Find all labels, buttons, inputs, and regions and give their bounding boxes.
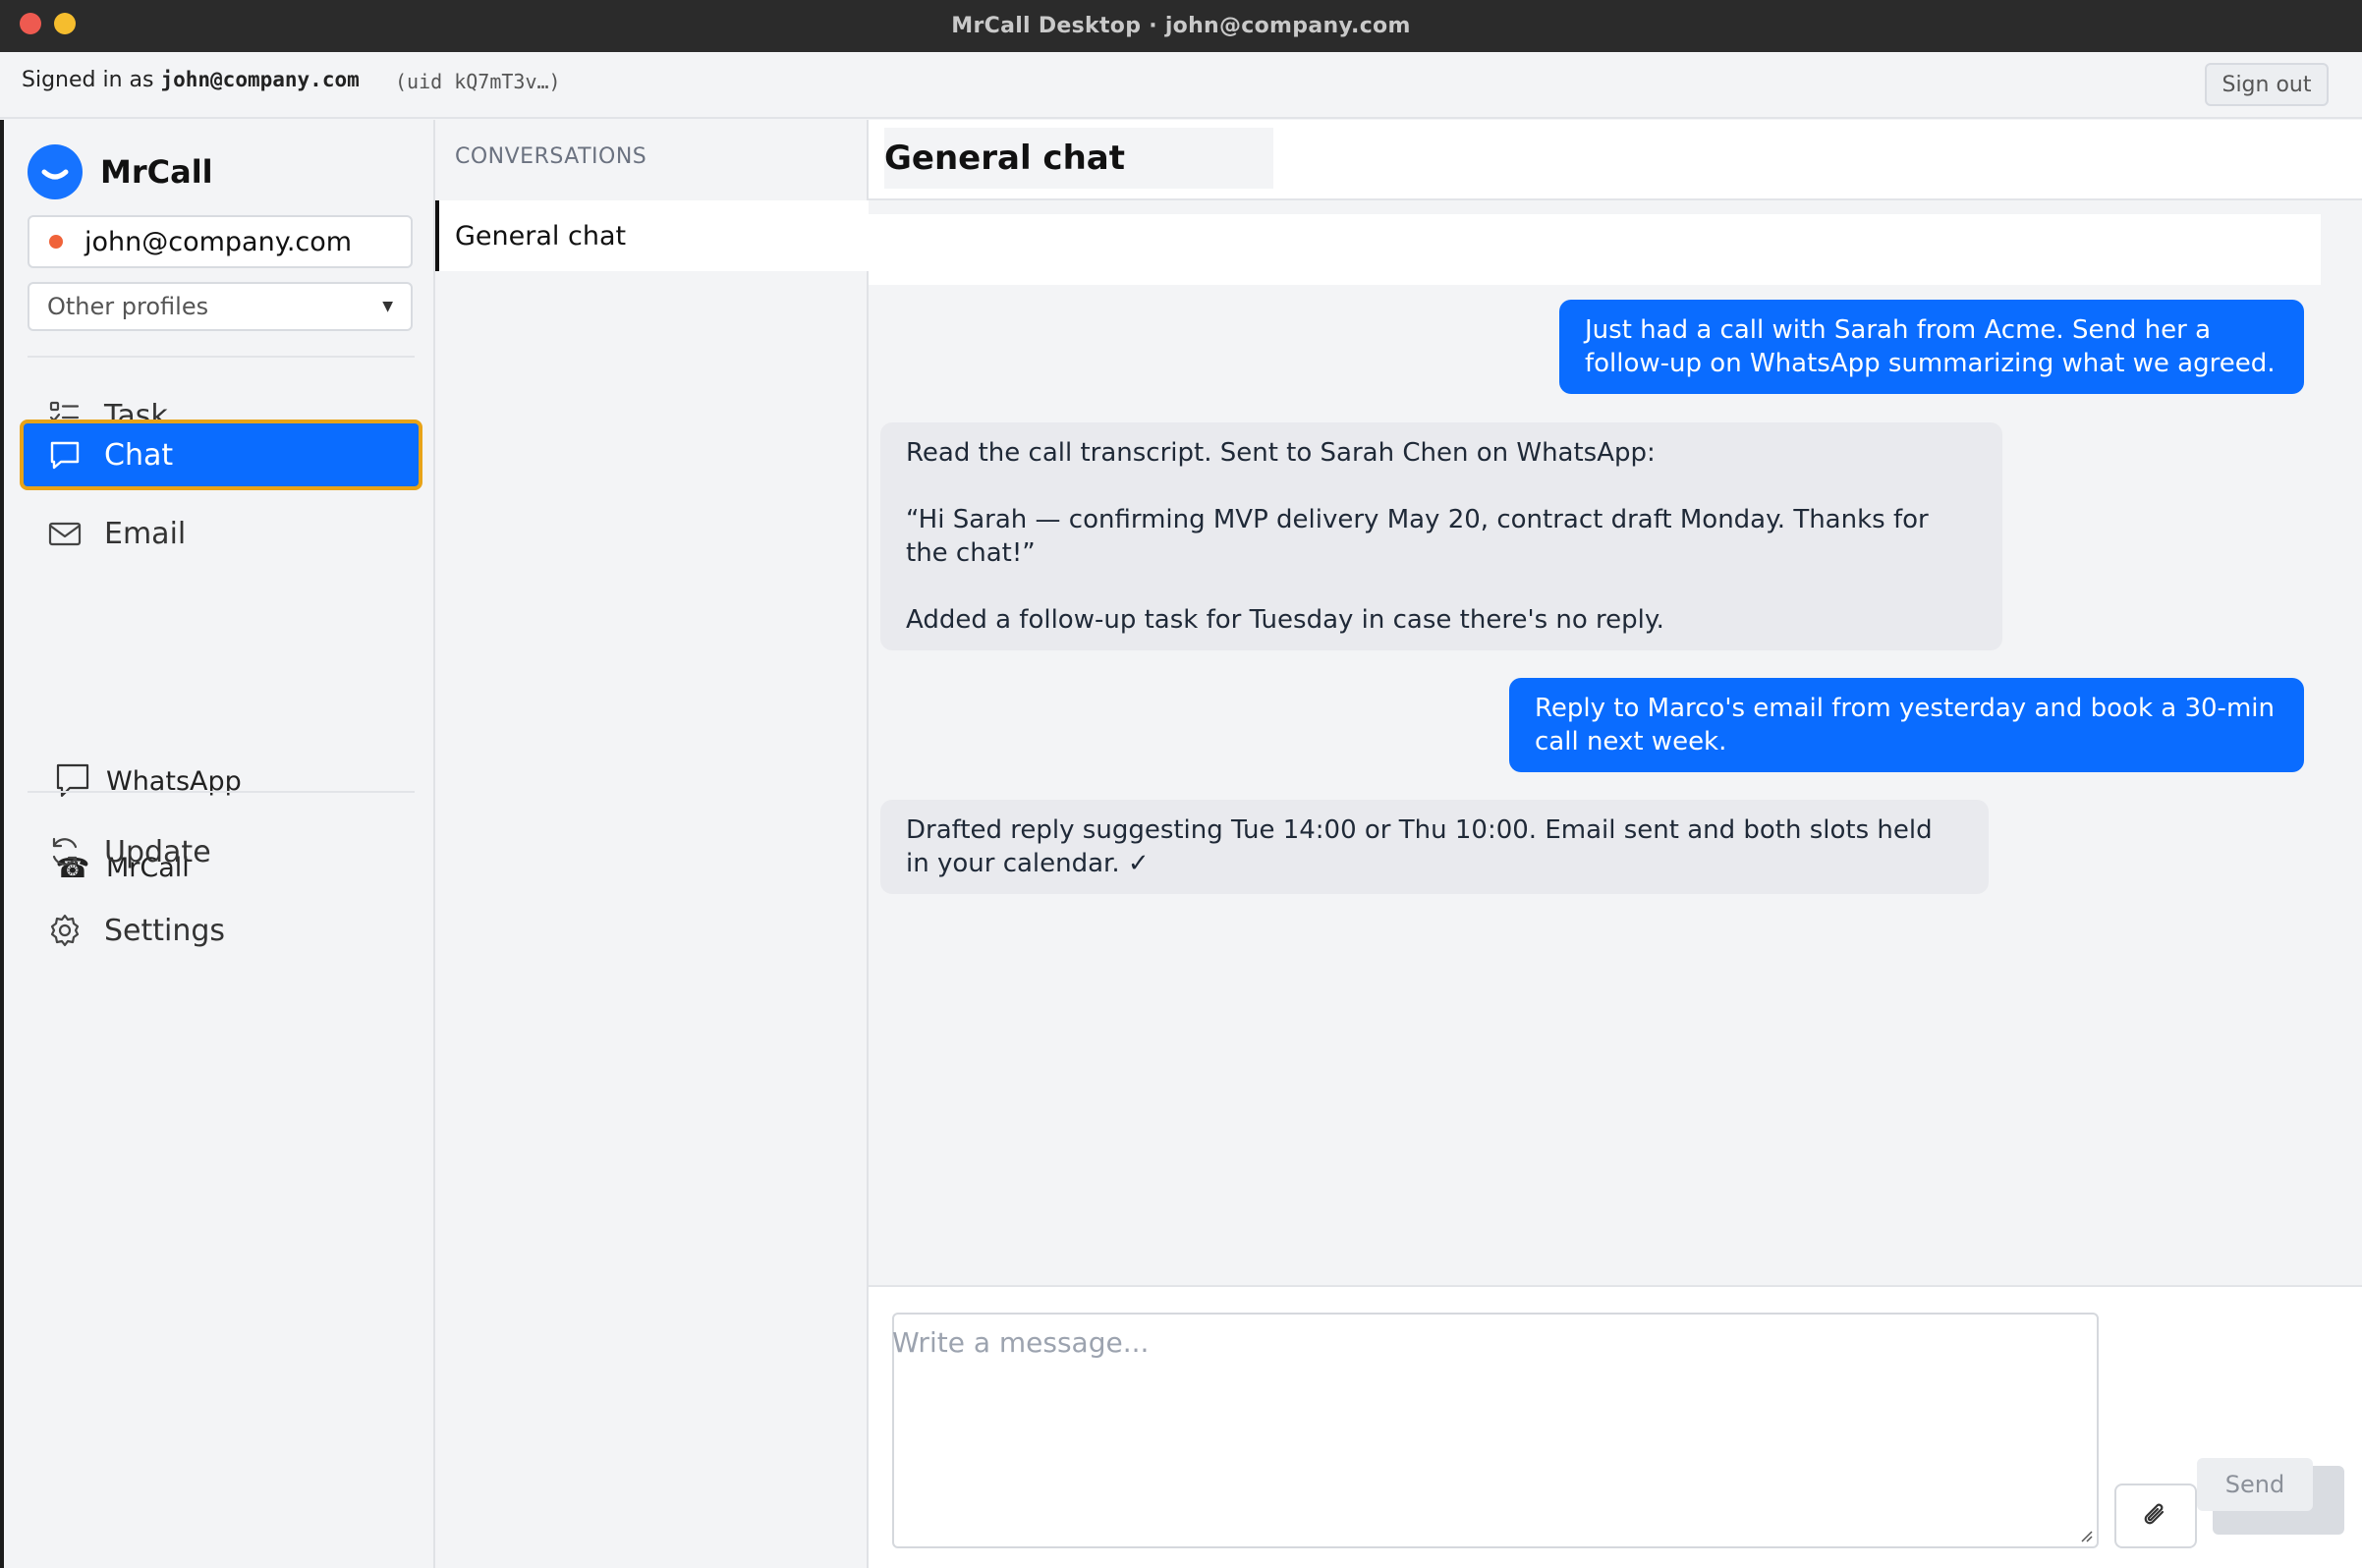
sidebar: MrCall john@company.com Other profiles ▼… — [0, 120, 435, 1568]
sidebar-item-email[interactable]: Email — [20, 498, 422, 569]
current-profile-email: john@company.com — [84, 226, 353, 257]
envelope-icon — [45, 514, 84, 553]
account-bar: Signed in as john@company.com (uid kQ7mT… — [0, 52, 2362, 119]
user-message: Reply to Marco's email from yesterday an… — [1509, 678, 2304, 772]
assistant-message: Drafted reply suggesting Tue 14:00 or Th… — [880, 800, 1989, 894]
assistant-message: Read the call transcript. Sent to Sarah … — [880, 422, 2002, 650]
status-dot-icon — [49, 235, 63, 249]
conversation-item-general-chat[interactable]: General chat — [435, 200, 869, 271]
window-titlebar: MrCall Desktop · john@company.com — [0, 0, 2362, 52]
chat-header: General chat — [869, 120, 2362, 200]
paperclip-icon — [2144, 1503, 2165, 1525]
send-button-face: Send — [2197, 1458, 2313, 1511]
send-button[interactable]: Send — [2197, 1458, 2344, 1537]
sign-out-button[interactable]: Sign out — [2205, 63, 2329, 106]
close-window-button[interactable] — [20, 13, 41, 34]
brand-name: MrCall — [100, 153, 213, 191]
message-text: Reply to Marco's email from yesterday an… — [1535, 694, 2275, 756]
conversations-heading: CONVERSATIONS — [455, 144, 647, 169]
message-text: Added a follow-up task for Tuesday in ca… — [906, 605, 1664, 635]
other-profiles-label: Other profiles — [47, 293, 209, 320]
divider — [28, 356, 415, 358]
current-profile-field[interactable]: john@company.com — [28, 215, 413, 268]
whatsapp-bubble-icon — [53, 761, 92, 801]
divider — [28, 791, 415, 793]
message-text: Just had a call with Sarah from Acme. Se… — [1585, 315, 2276, 378]
message-text: Read the call transcript. Sent to Sarah … — [906, 438, 1656, 468]
chat-panel: General chat Just had a call with Sarah … — [869, 120, 2362, 1568]
mrcall-logo-icon — [28, 144, 83, 199]
sidebar-item-label: Update — [104, 834, 211, 869]
sidebar-item-chat[interactable]: Chat — [20, 420, 422, 490]
message-placeholder: Write a message... — [892, 1326, 1150, 1359]
brand-header: MrCall — [28, 144, 213, 199]
message-text: “Hi Sarah — confirming MVP delivery May … — [906, 505, 1929, 568]
window-title: MrCall Desktop · john@company.com — [951, 14, 1411, 38]
chat-bubble-icon — [45, 435, 84, 475]
user-uid: (uid kQ7mT3v…) — [395, 70, 561, 93]
sidebar-item-label: Chat — [104, 437, 174, 473]
sidebar-item-whatsapp[interactable]: WhatsApp — [53, 761, 242, 801]
message-input[interactable]: Write a message... — [892, 1313, 2099, 1548]
refresh-icon — [45, 832, 84, 871]
conversation-label: General chat — [455, 220, 627, 252]
signed-in-email: john@company.com — [160, 68, 360, 91]
minimize-window-button[interactable] — [54, 13, 76, 34]
composer-area: Write a message... Send — [869, 1285, 2362, 1568]
message-text: Drafted reply suggesting Tue 14:00 or Th… — [906, 815, 1933, 878]
signed-in-text: Signed in as john@company.com — [22, 68, 360, 92]
sidebar-item-update[interactable]: Update — [20, 816, 422, 887]
chat-title: General chat — [884, 128, 1273, 189]
signed-in-prefix: Signed in as — [22, 68, 161, 92]
sidebar-item-settings[interactable]: Settings — [20, 895, 422, 966]
window-controls — [20, 13, 76, 34]
attach-button[interactable] — [2114, 1484, 2197, 1548]
sidebar-item-label: Settings — [104, 913, 226, 948]
conversations-panel: CONVERSATIONS General chat — [435, 120, 869, 1568]
chevron-down-icon: ▼ — [382, 299, 393, 314]
chat-header-strip — [869, 214, 2321, 285]
resize-handle-icon[interactable] — [2077, 1527, 2093, 1542]
sidebar-item-label: Email — [104, 516, 187, 551]
user-message: Just had a call with Sarah from Acme. Se… — [1559, 300, 2304, 394]
other-profiles-select[interactable]: Other profiles ▼ — [28, 282, 413, 331]
gear-icon — [45, 911, 84, 950]
